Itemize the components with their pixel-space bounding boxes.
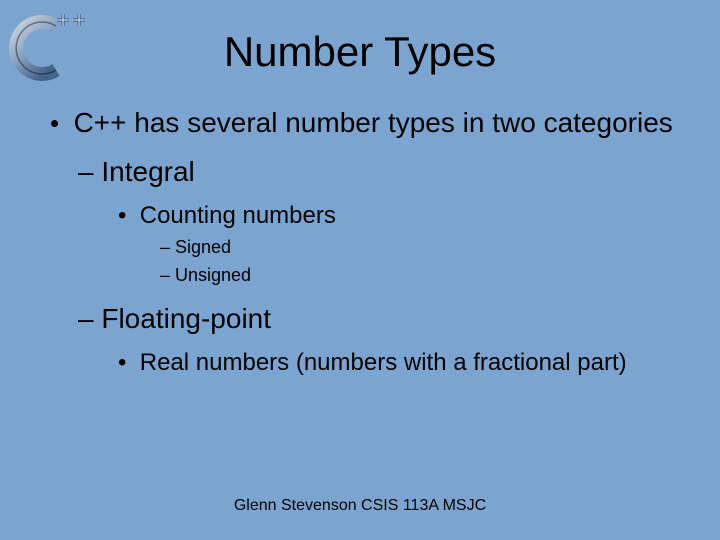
bullet-signed: Signed [160,235,680,259]
bullet-integral: Integral [78,154,680,189]
bullet-floating: Floating-point [78,301,680,336]
bullet-counting: Counting numbers [118,201,680,231]
cpp-logo-icon [6,8,96,83]
slide-title: Number Types [0,0,720,106]
bullet-main: C++ has several number types in two cate… [40,106,680,140]
slide-body: C++ has several number types in two cate… [0,106,720,378]
bullet-real: Real numbers (numbers with a fractional … [118,348,680,378]
bullet-unsigned: Unsigned [160,263,680,287]
slide-footer: Glenn Stevenson CSIS 113A MSJC [0,497,720,515]
